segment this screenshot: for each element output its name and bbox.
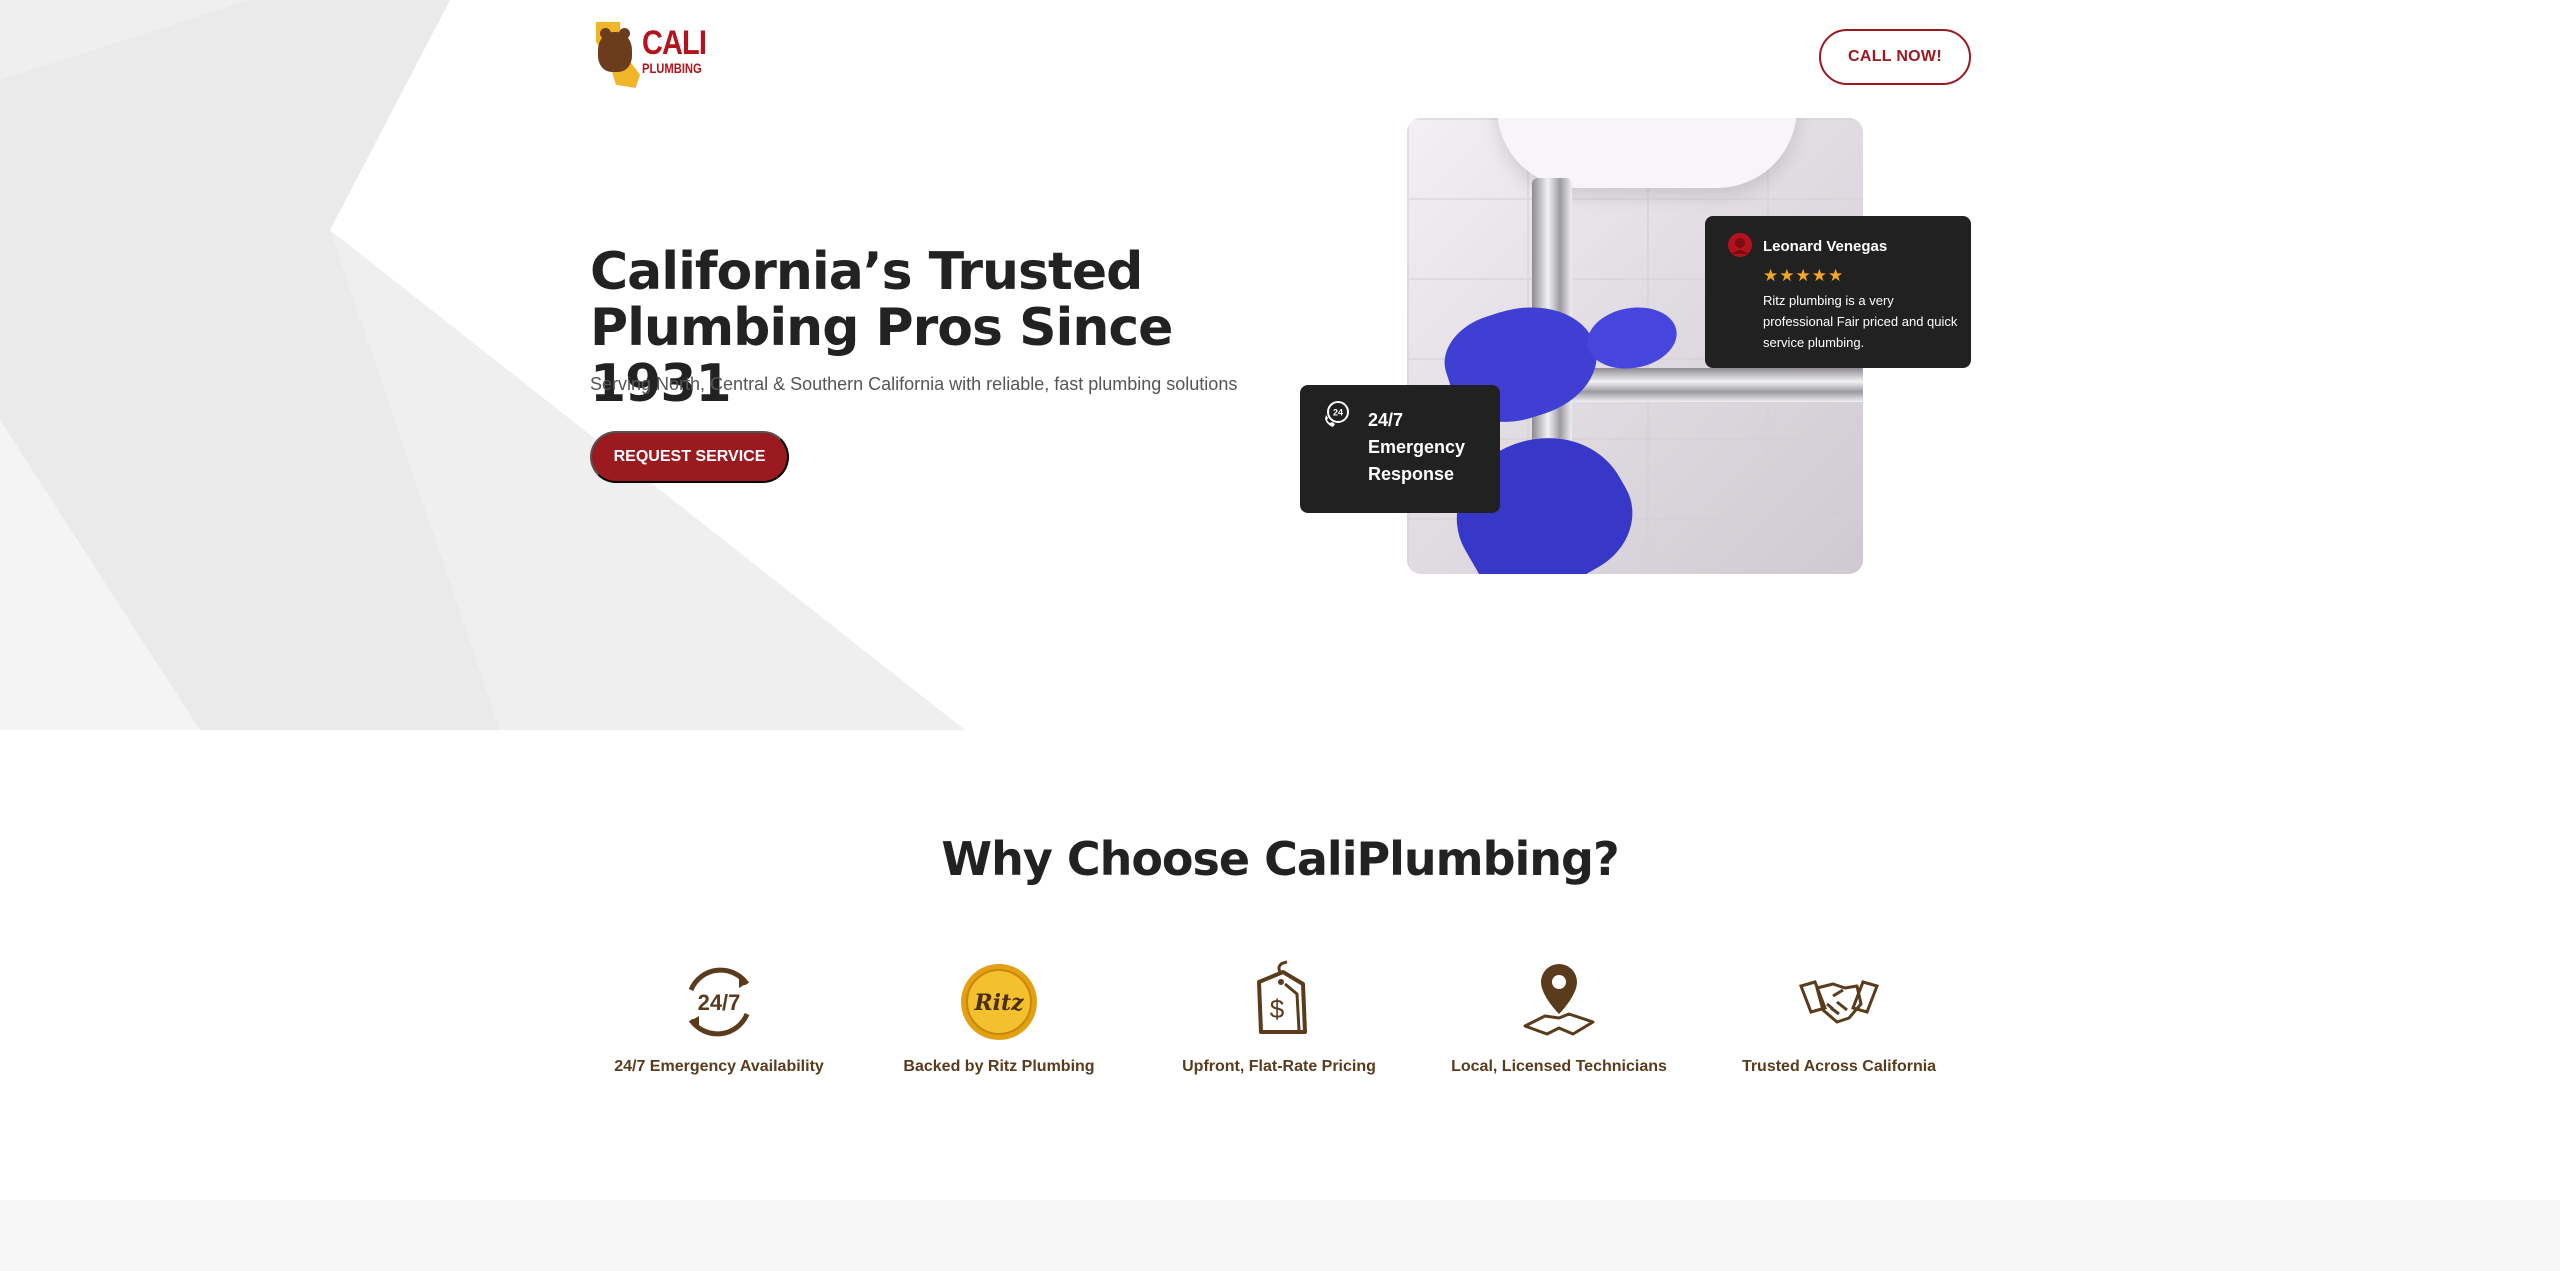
why-choose-title: Why Choose CaliPlumbing?	[941, 832, 1619, 886]
feature-item: $ Upfront, Flat-Rate Pricing	[1164, 960, 1394, 1076]
feature-label: Local, Licensed Technicians	[1451, 1058, 1667, 1075]
ritz-badge-text: Ritz	[973, 990, 1024, 1016]
feature-item: Ritz Backed by Ritz Plumbing	[884, 960, 1114, 1076]
feature-item: 24/7 24/7 Emergency Availability	[604, 960, 834, 1076]
logo-text-sub: PLUMBING	[642, 60, 702, 76]
hero-title-line: California’s Trusted	[590, 242, 1143, 302]
emergency-line: Emergency	[1368, 437, 1466, 457]
feature-item: Trusted Across California	[1724, 960, 1954, 1076]
ritz-badge-icon: Ritz	[961, 964, 1037, 1040]
reviewer-avatar-icon	[1728, 233, 1752, 257]
svg-text:24: 24	[1333, 408, 1343, 418]
feature-label: Trusted Across California	[1741, 1058, 1937, 1075]
feature-label: Upfront, Flat-Rate Pricing	[1182, 1058, 1376, 1075]
handshake-icon	[1799, 980, 1879, 1024]
next-section-band	[0, 1200, 2560, 1271]
review-card: Leonard Venegas ★★★★★ Ritz plumbing is a…	[1705, 216, 1971, 368]
clock-24-7-icon: 24/7	[688, 967, 750, 1037]
emergency-line: Response	[1368, 464, 1455, 484]
emergency-card: 24 24/7 Emergency Response	[1300, 385, 1500, 513]
phone-24-icon: 24	[1325, 401, 1349, 427]
review-stars: ★★★★★	[1763, 266, 1845, 286]
request-service-button[interactable]: REQUEST SERVICE	[590, 431, 789, 483]
photo-pipe	[1562, 368, 1863, 402]
feature-label: Backed by Ritz Plumbing	[903, 1058, 1095, 1075]
bear-mascot-icon	[598, 28, 632, 72]
reviewer-name: Leonard Venegas	[1763, 238, 1888, 255]
price-tag-icon: $	[1257, 960, 1307, 1034]
feature-item: Local, Licensed Technicians	[1444, 960, 1674, 1076]
review-text: Ritz plumbing is a very professional Fai…	[1763, 293, 1958, 350]
call-now-button[interactable]: CALL NOW!	[1819, 29, 1971, 85]
feature-label: 24/7 Emergency Availability	[614, 1058, 824, 1075]
svg-text:24/7: 24/7	[698, 990, 741, 1015]
hero-title-line: Plumbing Pros Since 1931	[590, 298, 1173, 414]
svg-text:$: $	[1270, 994, 1285, 1024]
site-logo[interactable]: CALI PLUMBING	[590, 18, 710, 96]
emergency-line: 24/7	[1368, 410, 1404, 430]
map-pin-hand-icon	[1523, 964, 1595, 1036]
emergency-text: 24/7 Emergency Response	[1368, 407, 1488, 488]
hero-subtitle: Serving North, Central & Southern Califo…	[590, 374, 1238, 394]
logo-text-main: CALI	[642, 24, 707, 62]
